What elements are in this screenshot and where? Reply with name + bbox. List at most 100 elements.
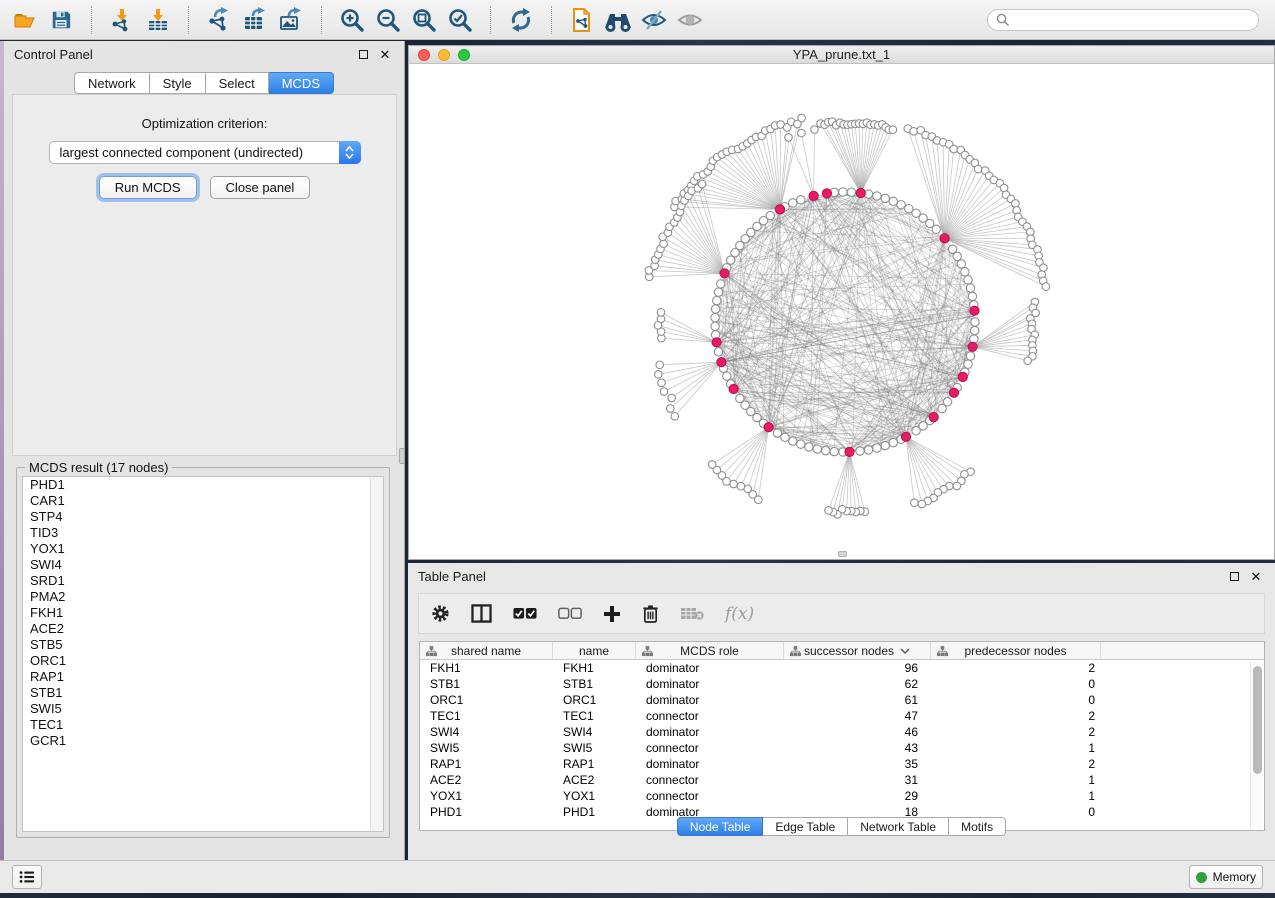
- mcds-network-node[interactable]: [940, 234, 949, 243]
- search-input[interactable]: [1014, 13, 1250, 27]
- network-node[interactable]: [711, 314, 719, 322]
- table-row[interactable]: TEC1TEC1connector472: [420, 708, 1264, 724]
- network-node[interactable]: [813, 445, 821, 453]
- network-node[interactable]: [932, 225, 940, 233]
- close-table-panel-button[interactable]: ✕: [1247, 567, 1265, 585]
- mcds-result-item[interactable]: YOX1: [23, 541, 383, 557]
- mcds-result-item[interactable]: CAR1: [23, 493, 383, 509]
- network-node[interactable]: [889, 197, 897, 205]
- table-scrollbar-thumb[interactable]: [1253, 666, 1262, 774]
- network-node[interactable]: [1024, 357, 1032, 365]
- network-node[interactable]: [957, 260, 965, 268]
- mcds-network-node[interactable]: [929, 413, 938, 422]
- network-node[interactable]: [847, 188, 855, 196]
- column-header-shared-name[interactable]: shared name: [420, 642, 553, 659]
- network-node[interactable]: [964, 360, 972, 368]
- table-row[interactable]: YOX1YOX1connector291: [420, 788, 1264, 804]
- network-node[interactable]: [711, 322, 719, 330]
- mcds-result-item[interactable]: SWI5: [23, 701, 383, 717]
- network-node[interactable]: [911, 499, 919, 507]
- table-row[interactable]: SWI4SWI4dominator462: [420, 724, 1264, 740]
- table-row[interactable]: STB1STB1dominator620: [420, 676, 1264, 692]
- table-row[interactable]: ORC1ORC1dominator610: [420, 692, 1264, 708]
- tab-edge-table[interactable]: Edge Table: [763, 817, 848, 836]
- mcds-result-item[interactable]: FKH1: [23, 605, 383, 621]
- horizontal-splitter-handle[interactable]: [838, 551, 847, 557]
- mcds-result-item[interactable]: ACE2: [23, 621, 383, 637]
- network-node[interactable]: [881, 194, 889, 202]
- mcds-result-item[interactable]: PMA2: [23, 589, 383, 605]
- network-node[interactable]: [789, 437, 797, 445]
- network-node[interactable]: [723, 372, 731, 380]
- network-node[interactable]: [811, 126, 819, 134]
- network-canvas[interactable]: [409, 65, 1274, 559]
- mcds-network-node[interactable]: [717, 358, 726, 367]
- network-node[interactable]: [711, 305, 719, 313]
- delete-column-button[interactable]: [642, 604, 659, 623]
- tab-network[interactable]: Network: [74, 72, 150, 94]
- mcds-network-node[interactable]: [809, 191, 818, 200]
- network-node[interactable]: [789, 199, 797, 207]
- mcds-network-node[interactable]: [775, 205, 784, 214]
- mcds-result-item[interactable]: STB1: [23, 685, 383, 701]
- tab-style[interactable]: Style: [150, 72, 206, 94]
- mcds-network-node[interactable]: [729, 384, 738, 393]
- hide-selected-button[interactable]: [639, 5, 669, 35]
- network-node[interactable]: [658, 379, 666, 387]
- network-node[interactable]: [950, 145, 958, 153]
- tab-select[interactable]: Select: [206, 72, 269, 94]
- network-node[interactable]: [953, 482, 961, 490]
- open-file-button[interactable]: [10, 5, 40, 35]
- network-node[interactable]: [825, 507, 833, 515]
- network-node[interactable]: [974, 165, 982, 173]
- network-node[interactable]: [864, 446, 872, 454]
- zoom-selected-button[interactable]: [445, 5, 475, 35]
- zoom-fit-button[interactable]: [409, 5, 439, 35]
- mcds-result-item[interactable]: TID3: [23, 525, 383, 541]
- network-node[interactable]: [667, 405, 675, 413]
- column-header-successor-nodes[interactable]: successor nodes: [784, 642, 931, 659]
- network-node[interactable]: [797, 196, 805, 204]
- tab-node-table[interactable]: Node Table: [677, 817, 764, 836]
- search-network-button[interactable]: [603, 5, 633, 35]
- show-all-button[interactable]: [675, 5, 705, 35]
- network-node[interactable]: [766, 211, 774, 219]
- network-node[interactable]: [798, 129, 806, 137]
- network-node[interactable]: [889, 126, 897, 134]
- network-node[interactable]: [713, 296, 721, 304]
- tab-mcds[interactable]: MCDS: [269, 72, 334, 94]
- network-node[interactable]: [671, 413, 679, 421]
- network-node[interactable]: [966, 284, 974, 292]
- column-header-name[interactable]: name: [553, 642, 636, 659]
- mcds-network-node[interactable]: [968, 342, 977, 351]
- new-network-from-selection-button[interactable]: [567, 5, 597, 35]
- mcds-network-node[interactable]: [764, 423, 773, 432]
- network-node[interactable]: [961, 268, 969, 276]
- mcds-network-node[interactable]: [856, 188, 865, 197]
- zoom-in-button[interactable]: [337, 5, 367, 35]
- network-node[interactable]: [730, 480, 738, 488]
- mcds-network-node[interactable]: [822, 189, 831, 198]
- mcds-result-item[interactable]: STP4: [23, 509, 383, 525]
- network-node[interactable]: [971, 326, 979, 334]
- mcds-network-node[interactable]: [901, 432, 910, 441]
- export-image-button[interactable]: [276, 5, 306, 35]
- column-header-mcds-role[interactable]: MCDS role: [636, 642, 784, 659]
- network-node[interactable]: [714, 288, 722, 296]
- network-node[interactable]: [839, 188, 847, 196]
- network-node[interactable]: [822, 446, 830, 454]
- mcds-network-node[interactable]: [949, 388, 958, 397]
- close-panel-button-mcds[interactable]: Close panel: [210, 176, 311, 199]
- network-node[interactable]: [881, 441, 889, 449]
- mcds-result-item[interactable]: TEC1: [23, 717, 383, 733]
- delete-table-button[interactable]: [680, 606, 704, 621]
- float-table-panel-button[interactable]: [1225, 567, 1243, 585]
- network-node[interactable]: [708, 461, 716, 469]
- network-node[interactable]: [737, 482, 745, 490]
- network-node[interactable]: [785, 134, 793, 142]
- list-scrollbar-track[interactable]: [370, 477, 383, 831]
- network-node[interactable]: [736, 394, 744, 402]
- tab-motifs[interactable]: Motifs: [949, 817, 1006, 836]
- network-node[interactable]: [805, 443, 813, 451]
- network-node[interactable]: [798, 114, 806, 122]
